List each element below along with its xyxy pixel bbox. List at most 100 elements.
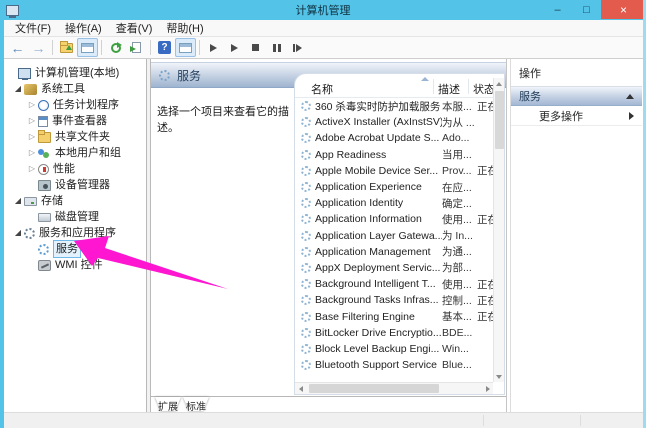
tree-item-事件查看器[interactable]: ▷事件查看器: [4, 113, 146, 129]
shared-folders-icon: [38, 132, 51, 143]
help-icon: ?: [158, 41, 171, 54]
close-button[interactable]: ×: [601, 0, 646, 19]
tree-item-设备管理器[interactable]: 设备管理器: [4, 177, 146, 193]
vertical-scroll-thumb[interactable]: [495, 91, 504, 149]
service-description: BDE...: [442, 327, 477, 339]
restart-service-button[interactable]: [287, 38, 308, 57]
service-row[interactable]: Apple Mobile Device Ser...Prov...正在...: [295, 163, 493, 179]
scroll-up-icon[interactable]: [494, 78, 504, 89]
service-name: App Readiness: [315, 149, 442, 161]
service-status: 正在...: [477, 99, 493, 114]
service-row[interactable]: Application Management为通...: [295, 244, 493, 260]
forward-button[interactable]: →: [28, 38, 49, 57]
service-name: Background Intelligent T...: [315, 278, 442, 290]
service-row[interactable]: Block Level Backup Engi...Win...: [295, 341, 493, 357]
tree-item-共享文件夹[interactable]: ▷共享文件夹: [4, 129, 146, 145]
menu-item-3[interactable]: 查看(V): [109, 19, 160, 37]
column-divider: [433, 79, 434, 94]
tree-expander-icon[interactable]: ◢: [12, 81, 24, 97]
pause-service-icon: [273, 44, 281, 52]
back-button[interactable]: ←: [7, 38, 28, 57]
service-gear-icon: [301, 247, 311, 257]
actions-section-services[interactable]: 服务: [511, 87, 642, 106]
tree-expander-icon[interactable]: ▷: [26, 113, 38, 129]
tree-item-任务计划程序[interactable]: ▷任务计划程序: [4, 97, 146, 113]
system-tools-icon: [24, 84, 37, 95]
service-row[interactable]: Adobe Acrobat Update S...Ado...: [295, 130, 493, 146]
service-gear-icon: [301, 133, 311, 143]
tree-item-服务和应用程序[interactable]: ◢服务和应用程序: [4, 225, 146, 241]
service-row[interactable]: Background Intelligent T...使用...正在...: [295, 276, 493, 292]
tree-expander-icon[interactable]: ▷: [26, 161, 38, 177]
tree-item-性能[interactable]: ▷性能: [4, 161, 146, 177]
service-row[interactable]: Bluetooth Support ServiceBlue...: [295, 357, 493, 373]
menu-item-2[interactable]: 操作(A): [58, 19, 109, 37]
column-header-status[interactable]: 状态: [473, 81, 495, 97]
tree-item-存储[interactable]: ◢存储: [4, 193, 146, 209]
refresh-button[interactable]: [105, 38, 126, 57]
tree-expander-icon[interactable]: ▷: [26, 145, 38, 161]
vertical-scrollbar[interactable]: [493, 78, 504, 382]
show-action-pane-button[interactable]: [175, 38, 196, 57]
service-status: 正在...: [477, 277, 493, 292]
tree-expander-icon[interactable]: ▷: [26, 129, 38, 145]
service-row[interactable]: BitLocker Drive Encryptio...BDE...: [295, 325, 493, 341]
start-service-button[interactable]: [203, 38, 224, 57]
up-one-level-icon: [60, 43, 73, 53]
horizontal-scroll-thumb[interactable]: [309, 384, 439, 393]
tree-item-本地用户和组[interactable]: ▷本地用户和组: [4, 145, 146, 161]
status-divider: [580, 415, 581, 426]
horizontal-scrollbar[interactable]: [295, 382, 493, 394]
stop-service-button[interactable]: [245, 38, 266, 57]
scroll-right-icon[interactable]: [482, 383, 493, 394]
column-header-name[interactable]: 名称: [311, 81, 333, 97]
service-status: 正在...: [477, 163, 493, 178]
tree-expander-icon[interactable]: ◢: [12, 193, 24, 209]
service-row[interactable]: 360 杀毒实时防护加载服务本服...正在...: [295, 98, 493, 114]
more-actions-item[interactable]: 更多操作: [511, 106, 642, 126]
service-row[interactable]: Application Identity确定...: [295, 195, 493, 211]
tab-标准[interactable]: 标准: [183, 397, 209, 412]
service-row[interactable]: Application Experience在应...: [295, 179, 493, 195]
resume-service-button[interactable]: [224, 38, 245, 57]
services-panel: 服务 选择一个项目来查看它的描述。 名称 描述 状态 360 杀毒实时防护加载服…: [151, 59, 507, 412]
service-row[interactable]: AppX Deployment Servic...为部...: [295, 260, 493, 276]
tree-item-WMI 控件[interactable]: WMI 控件: [4, 257, 146, 273]
service-row[interactable]: Background Tasks Infras...控制...正在...: [295, 292, 493, 308]
menu-item-1[interactable]: 文件(F): [8, 19, 58, 37]
actions-panel: 操作 服务 更多操作: [510, 59, 642, 412]
tab-扩展[interactable]: 扩展: [155, 397, 181, 412]
tab-label: 标准: [183, 398, 209, 413]
maximize-button[interactable]: □: [572, 0, 601, 19]
show-console-tree-button[interactable]: [77, 38, 98, 57]
service-row[interactable]: Application Layer Gatewa...为 In...: [295, 228, 493, 244]
tree-expander-icon[interactable]: ◢: [12, 225, 24, 241]
tree-item-系统工具[interactable]: ◢系统工具: [4, 81, 146, 97]
menu-item-4[interactable]: 帮助(H): [159, 19, 210, 37]
tree-expander-icon[interactable]: ▷: [26, 97, 38, 113]
service-description: 为从 ...: [442, 115, 477, 130]
column-header-description[interactable]: 描述: [438, 81, 460, 97]
pause-service-button[interactable]: [266, 38, 287, 57]
service-row[interactable]: Application Information使用...正在...: [295, 211, 493, 227]
collapse-section-icon[interactable]: [626, 94, 634, 99]
up-one-level-button[interactable]: [56, 38, 77, 57]
tree-item-label: WMI 控件: [55, 257, 103, 273]
tree-item-磁盘管理[interactable]: 磁盘管理: [4, 209, 146, 225]
service-row[interactable]: App Readiness当用...: [295, 147, 493, 163]
scroll-down-icon[interactable]: [494, 371, 504, 382]
scroll-left-icon[interactable]: [295, 383, 306, 394]
service-gear-icon: [301, 166, 311, 176]
service-gear-icon: [301, 263, 311, 273]
service-row[interactable]: ActiveX Installer (AxInstSV)为从 ...: [295, 114, 493, 130]
export-list-button[interactable]: [126, 38, 147, 57]
tree-item-计算机管理(本地)[interactable]: 计算机管理(本地): [4, 65, 146, 81]
help-button[interactable]: ?: [154, 38, 175, 57]
tree-item-服务[interactable]: 服务: [4, 241, 146, 257]
service-description: Win...: [442, 343, 477, 355]
services-panel-title: 服务: [177, 67, 201, 84]
minimize-button[interactable]: –: [543, 0, 572, 19]
service-gear-icon: [301, 328, 311, 338]
service-description: 为通...: [442, 244, 477, 259]
service-row[interactable]: Base Filtering Engine基本...正在...: [295, 308, 493, 324]
